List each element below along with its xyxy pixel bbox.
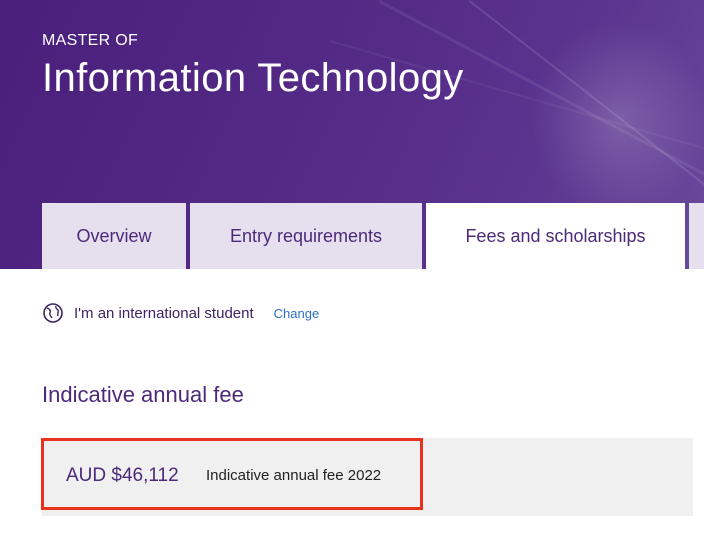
change-student-type-link[interactable]: Change (274, 306, 320, 321)
tab-entry-requirements[interactable]: Entry requirements (190, 203, 422, 269)
fee-section-heading: Indicative annual fee (42, 382, 244, 407)
tab-fees-and-scholarships[interactable]: Fees and scholarships (426, 203, 685, 269)
fee-amount: AUD $46,112 (66, 465, 179, 486)
hero-glow (530, 20, 704, 220)
student-type-label: I'm an international student (74, 304, 254, 322)
course-kicker: MASTER OF (42, 32, 139, 49)
page-title: Information Technology (42, 56, 464, 100)
fee-description: Indicative annual fee 2022 (206, 467, 382, 484)
tab-overview[interactable]: Overview (42, 203, 186, 269)
globe-icon (42, 302, 64, 324)
student-type-selector: I'm an international student Change (42, 300, 319, 326)
tab-next-partial[interactable] (689, 203, 704, 269)
